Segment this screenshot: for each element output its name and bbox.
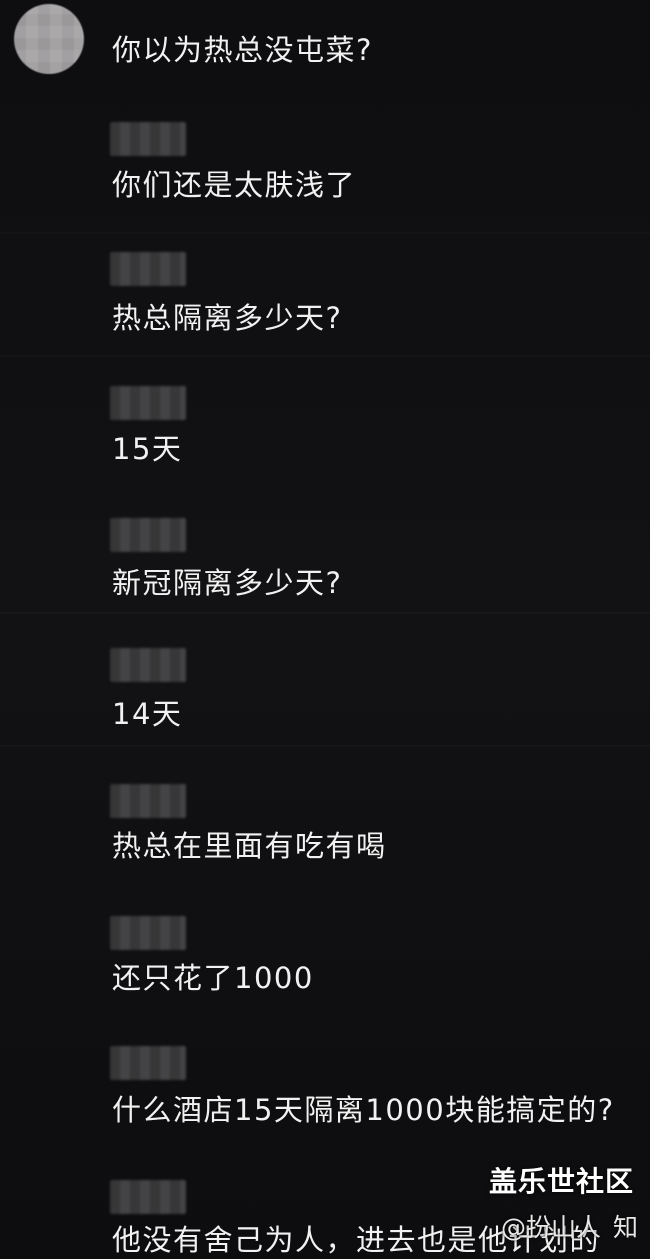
- avatar[interactable]: [14, 4, 84, 74]
- comment-text: 你们还是太肤浅了: [112, 168, 357, 202]
- handle-text: @扮山人: [501, 1213, 602, 1242]
- comment-thread-screenshot: 你以为热总没屯菜? 你们还是太肤浅了 热总隔离多少天? 15天 新冠隔离多少天?…: [0, 0, 650, 1259]
- comment-text: 热总在里面有吃有喝: [112, 829, 387, 863]
- username-blurred: [110, 252, 186, 286]
- site-watermark: 盖乐世社区: [488, 1165, 634, 1198]
- comment-text: 热总隔离多少天?: [112, 301, 343, 335]
- username-blurred: [110, 122, 186, 156]
- divider: [0, 355, 650, 357]
- comment-text: 你以为热总没屯菜?: [112, 33, 373, 67]
- overlay-text: 知: [612, 1213, 638, 1242]
- username-blurred: [110, 1046, 186, 1080]
- author-handle-watermark: @扮山人 知: [501, 1208, 638, 1244]
- comment-text: 14天: [112, 697, 183, 731]
- comment-text: 新冠隔离多少天?: [112, 566, 343, 600]
- username-blurred: [110, 648, 186, 682]
- divider: [0, 745, 650, 747]
- username-blurred: [110, 916, 186, 950]
- divider: [0, 612, 650, 614]
- username-blurred: [110, 1180, 186, 1214]
- divider: [0, 232, 650, 234]
- username-blurred: [110, 518, 186, 552]
- comment-text: 什么酒店15天隔离1000块能搞定的?: [112, 1093, 615, 1127]
- comment-text: 15天: [112, 432, 183, 466]
- comment-text: 还只花了1000: [112, 961, 314, 995]
- username-blurred: [110, 386, 186, 420]
- username-blurred: [110, 784, 186, 818]
